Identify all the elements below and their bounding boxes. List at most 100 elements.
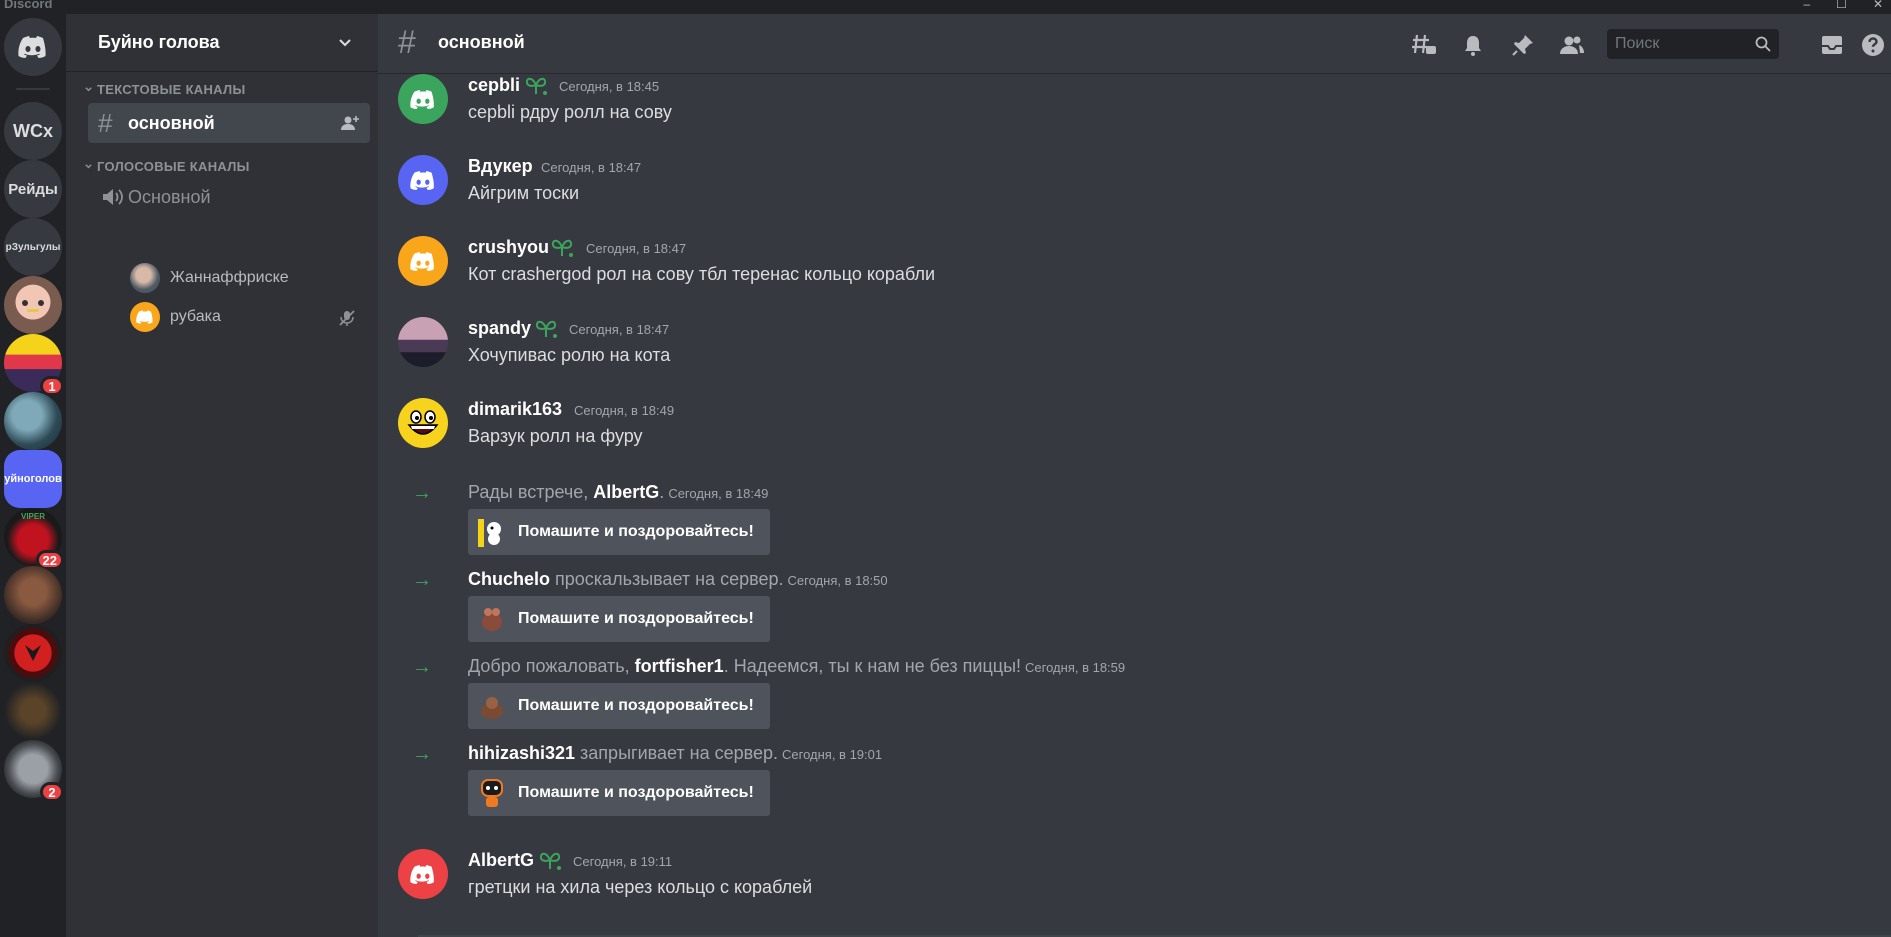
server-label: WCx [13, 120, 53, 141]
avatar[interactable] [398, 74, 448, 124]
inbox-icon[interactable] [1817, 30, 1847, 60]
horde-icon [25, 645, 41, 661]
server-label: уйноголов [4, 473, 62, 485]
message-author[interactable]: spandy [468, 318, 531, 339]
joined-user[interactable]: AlbertG [593, 482, 659, 502]
search-input[interactable]: Поиск [1607, 29, 1779, 59]
joined-user[interactable]: Chuchelo [468, 569, 550, 589]
message-content: Кот crashergod рол на сову тбл теренас к… [468, 264, 935, 284]
avatar [130, 263, 160, 293]
hash-icon: # [98, 107, 113, 138]
wave-button[interactable]: Помашите и поздоровайтесь! [468, 509, 770, 555]
server-retro[interactable]: 1 [4, 334, 64, 396]
message-author[interactable]: AlbertG [468, 850, 534, 871]
server-buynogolov[interactable]: уйноголов [4, 450, 62, 508]
message-timestamp: Сегодня, в 18:45 [559, 79, 660, 94]
category-text-channels[interactable]: ТЕКСТОВЫЕ КАНАЛЫ [84, 82, 245, 97]
guild-header[interactable]: Буйно голова [66, 14, 378, 72]
wave-sticker-icon [478, 776, 506, 810]
server-label: рЗульгулы [5, 241, 61, 253]
system-message-text: hihizashi321 запрыгивает на сервер. Сегод… [468, 743, 883, 763]
wave-button-label: Помашите и поздоровайтесь! [518, 523, 754, 540]
server-wcx[interactable]: WCx [4, 102, 62, 160]
message-author[interactable]: crushyou [468, 237, 549, 258]
joined-user[interactable]: fortfisher1 [635, 656, 724, 676]
discord-logo-icon [4, 18, 62, 76]
help-icon[interactable] [1858, 30, 1888, 60]
message-author[interactable]: dimarik163 [468, 399, 562, 420]
avatar[interactable] [398, 236, 448, 286]
new-member-sprout-icon [551, 239, 573, 257]
mention-badge: 2 [40, 782, 64, 802]
voice-user-name: рубака [170, 308, 221, 325]
server-horde[interactable] [4, 624, 62, 682]
minimize-button[interactable]: – [1803, 0, 1810, 11]
chat-header: # основной Поиск [378, 14, 1891, 74]
speaker-icon [103, 189, 123, 205]
discord-logo-icon [410, 864, 434, 884]
channel-label: Основной [128, 186, 211, 207]
channel-osnovnoy-voice[interactable]: Основной [88, 177, 370, 217]
mention-badge: 1 [40, 376, 64, 396]
discord-logo-icon [410, 89, 434, 109]
invite-user-icon[interactable] [340, 113, 360, 133]
server-zulgurub[interactable]: рЗульгулы [4, 218, 62, 276]
wave-button-label: Помашите и поздоровайтесь! [518, 784, 754, 801]
category-label: ГОЛОСОВЫЕ КАНАЛЫ [97, 159, 250, 174]
discord-logo-icon [136, 310, 153, 324]
server-avatar-girl[interactable] [4, 276, 62, 334]
server-raids[interactable]: Рейды [4, 160, 62, 218]
search-icon [1755, 36, 1771, 52]
message-author[interactable]: Вдукер [468, 156, 533, 177]
discord-logo-icon [410, 251, 434, 271]
message-timestamp: Сегодня, в 18:49 [668, 486, 769, 501]
chevron-down-icon [85, 164, 92, 169]
wave-button[interactable]: Помашите и поздоровайтесь! [468, 683, 770, 729]
server-dragon[interactable] [4, 392, 62, 450]
pin-icon[interactable] [1508, 30, 1538, 60]
server-warrior[interactable] [4, 682, 62, 740]
wave-button[interactable]: Помашите и поздоровайтесь! [468, 770, 770, 816]
member-list-icon[interactable] [1557, 30, 1587, 60]
app-title: Discord [4, 0, 53, 11]
wave-sticker-icon [478, 515, 506, 549]
server-axe[interactable]: 2 [4, 740, 64, 802]
message-author[interactable]: cepbli [468, 75, 520, 96]
wave-sticker-icon [478, 689, 506, 723]
title-bar: Discord – ☐ ✕ [0, 0, 1891, 14]
discord-logo-icon [410, 170, 434, 190]
join-arrow-icon: → [412, 656, 432, 678]
message-timestamp: Сегодня, в 18:59 [1025, 660, 1126, 675]
category-label: ТЕКСТОВЫЕ КАНАЛЫ [97, 82, 246, 97]
message-timestamp: Сегодня, в 18:49 [574, 403, 675, 418]
wave-button[interactable]: Помашите и поздоровайтесь! [468, 596, 770, 642]
message-content: Варзук ролл на фуру [468, 426, 643, 446]
home-button[interactable] [4, 18, 62, 76]
wave-sticker-icon [478, 602, 506, 636]
avatar[interactable] [398, 317, 448, 367]
mic-muted-icon [339, 310, 355, 326]
server-people[interactable] [4, 566, 62, 624]
channel-osnovnoy-text[interactable]: # основной [88, 103, 370, 143]
threads-icon[interactable] [1409, 30, 1439, 60]
epic-face-icon [407, 410, 439, 435]
avatar[interactable] [398, 398, 448, 448]
face-icon [22, 300, 44, 312]
voice-user[interactable]: Жаннаффриске [130, 262, 289, 294]
new-member-sprout-icon [539, 852, 561, 870]
wave-button-label: Помашите и поздоровайтесь! [518, 610, 754, 627]
server-viper[interactable]: VIPER 22 [4, 508, 64, 570]
wave-button-label: Помашите и поздоровайтесь! [518, 697, 754, 714]
avatar[interactable] [398, 155, 448, 205]
close-button[interactable]: ✕ [1873, 0, 1883, 11]
avatar[interactable] [398, 849, 448, 899]
joined-user[interactable]: hihizashi321 [468, 743, 575, 763]
voice-user[interactable]: рубака [130, 301, 221, 333]
join-arrow-icon: → [412, 482, 432, 504]
category-voice-channels[interactable]: ГОЛОСОВЫЕ КАНАЛЫ [84, 159, 250, 174]
maximize-button[interactable]: ☐ [1836, 0, 1847, 11]
notification-bell-icon[interactable] [1458, 30, 1488, 60]
avatar [130, 302, 160, 332]
hash-icon: # [398, 24, 416, 60]
chevron-down-icon [85, 87, 92, 92]
